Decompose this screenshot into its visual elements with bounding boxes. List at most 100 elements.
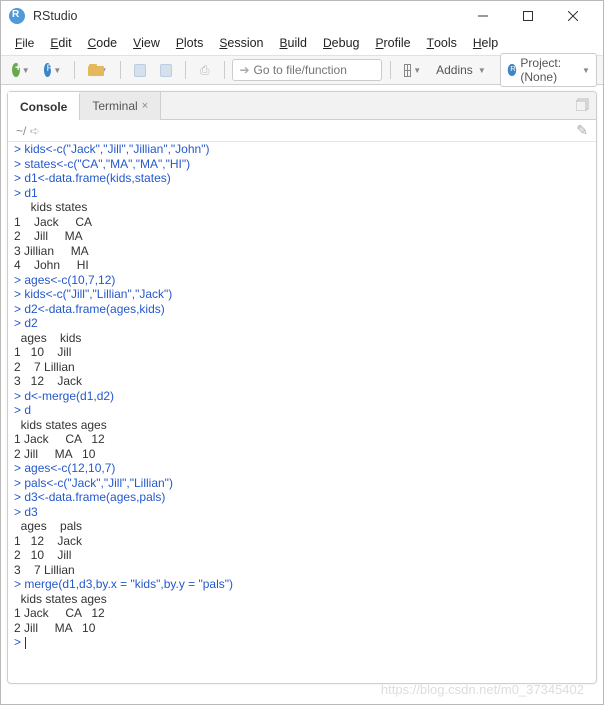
save-icon: [134, 64, 146, 77]
console-line: > d3<-data.frame(ages,pals): [14, 490, 590, 505]
menu-session[interactable]: Session: [211, 33, 271, 53]
console-line: 2 7 Lillian: [14, 360, 590, 375]
separator: [390, 61, 391, 79]
console-line: > d1<-data.frame(kids,states): [14, 171, 590, 186]
console-line: kids states ages: [14, 592, 590, 607]
separator: [74, 61, 75, 79]
print-icon: ⎙: [200, 63, 210, 78]
menu-plots[interactable]: Plots: [168, 33, 211, 53]
console-line: ages pals: [14, 519, 590, 534]
chevron-down-icon: ▼: [582, 66, 590, 75]
folder-open-icon: [88, 64, 97, 76]
chevron-down-icon: ▼: [413, 66, 421, 75]
console-line: ages kids: [14, 331, 590, 346]
console-line: > kids<-c("Jill","Lillian","Jack"): [14, 287, 590, 302]
separator: [120, 61, 121, 79]
console-line: > states<-c("CA","MA","MA","HI"): [14, 157, 590, 172]
main-toolbar: ▼ ▼ ▼ ⎙ ➔ ▼ Addins ▼ Project: (None) ▼: [1, 55, 603, 85]
console-line: 2 Jill MA: [14, 229, 590, 244]
tab-console[interactable]: Console: [8, 92, 80, 120]
goto-arrow-icon: ➔: [239, 63, 249, 77]
console-line: kids states: [14, 200, 590, 215]
new-file-button[interactable]: ▼: [7, 59, 35, 81]
menu-debug[interactable]: Debug: [315, 33, 367, 53]
save-all-icon: [160, 64, 172, 77]
workspace-panes-button[interactable]: ▼: [399, 59, 426, 81]
console-sub-bar: ~/ ➪ ✎: [8, 120, 596, 142]
menu-build[interactable]: Build: [272, 33, 315, 53]
r-project-icon: [507, 64, 515, 76]
console-line: 3 12 Jack: [14, 374, 590, 389]
console-line: 1 Jack CA 12: [14, 606, 590, 621]
go-to-input[interactable]: [254, 63, 364, 77]
console-line: > merge(d1,d3,by.x = "kids",by.y = "pals…: [14, 577, 590, 592]
save-all-button[interactable]: [155, 59, 177, 81]
plus-icon: [12, 63, 20, 77]
console-line: > ages<-c(12,10,7): [14, 461, 590, 476]
menu-bar: File Edit Code View Plots Session Build …: [1, 31, 603, 55]
maximize-button[interactable]: [505, 2, 550, 30]
addins-menu[interactable]: Addins ▼: [430, 63, 492, 77]
console-line: 3 7 Lillian: [14, 563, 590, 578]
console-line: > kids<-c("Jack","Jill","Jillian","John"…: [14, 142, 590, 157]
save-button[interactable]: [129, 59, 151, 81]
console-line: > d: [14, 403, 590, 418]
tab-console-label: Console: [20, 100, 67, 114]
window-title: RStudio: [33, 9, 460, 23]
console-output[interactable]: > kids<-c("Jack","Jill","Jillian","John"…: [8, 142, 596, 683]
open-file-button[interactable]: ▼: [83, 59, 112, 81]
watermark: https://blog.csdn.net/m0_37345402: [381, 682, 584, 697]
console-line: 1 Jack CA 12: [14, 432, 590, 447]
console-line: > pals<-c("Jack","Jill","Lillian"): [14, 476, 590, 491]
console-line: > d2: [14, 316, 590, 331]
console-line: 2 Jill MA 10: [14, 621, 590, 636]
menu-view[interactable]: View: [125, 33, 168, 53]
menu-profile[interactable]: Profile: [367, 33, 418, 53]
console-line: 4 John HI: [14, 258, 590, 273]
separator: [185, 61, 186, 79]
console-pane: Console Terminal × ~/ ➪ ✎ > kids<-c("Jack…: [7, 91, 597, 684]
pane-popout-button[interactable]: [576, 97, 590, 114]
console-line: > d3: [14, 505, 590, 520]
pane-tab-bar: Console Terminal ×: [8, 92, 596, 120]
menu-help[interactable]: Help: [465, 33, 506, 53]
window-titlebar: RStudio: [1, 1, 603, 31]
tab-terminal-label: Terminal: [92, 99, 137, 113]
project-menu[interactable]: Project: (None) ▼: [500, 53, 597, 87]
console-line: > d2<-data.frame(ages,kids): [14, 302, 590, 317]
chevron-down-icon: ▼: [478, 66, 486, 75]
menu-tools[interactable]: Tools: [419, 33, 465, 53]
project-label: Project: (None): [520, 56, 576, 84]
minimize-button[interactable]: [460, 2, 505, 30]
working-dir: ~/: [16, 124, 26, 138]
console-line: 1 Jack CA: [14, 215, 590, 230]
console-line: 1 12 Jack: [14, 534, 590, 549]
chevron-down-icon: ▼: [53, 66, 61, 75]
grid-icon: [404, 64, 411, 77]
r-project-icon: [44, 63, 52, 77]
goto-dir-icon[interactable]: ➪: [30, 124, 40, 138]
menu-file[interactable]: File: [7, 33, 42, 53]
clear-console-button[interactable]: ✎: [576, 122, 588, 139]
console-line: > d<-merge(d1,d2): [14, 389, 590, 404]
tab-terminal[interactable]: Terminal ×: [80, 92, 161, 120]
menu-edit[interactable]: Edit: [42, 33, 79, 53]
console-line: > d1: [14, 186, 590, 201]
separator: [224, 61, 225, 79]
console-line: > ages<-c(10,7,12): [14, 273, 590, 288]
addins-label: Addins: [436, 63, 473, 77]
console-line: 2 Jill MA 10: [14, 447, 590, 462]
console-line: 1 10 Jill: [14, 345, 590, 360]
close-button[interactable]: [550, 2, 595, 30]
console-prompt[interactable]: >: [14, 635, 590, 650]
print-button[interactable]: ⎙: [194, 59, 216, 81]
console-line: kids states ages: [14, 418, 590, 433]
go-to-file-function[interactable]: ➔: [232, 59, 382, 81]
new-project-button[interactable]: ▼: [39, 59, 67, 81]
chevron-down-icon: ▼: [22, 66, 30, 75]
console-line: 2 10 Jill: [14, 548, 590, 563]
close-tab-icon[interactable]: ×: [142, 100, 148, 112]
rstudio-logo-icon: [9, 8, 25, 24]
console-line: 3 Jillian MA: [14, 244, 590, 259]
menu-code[interactable]: Code: [80, 33, 126, 53]
